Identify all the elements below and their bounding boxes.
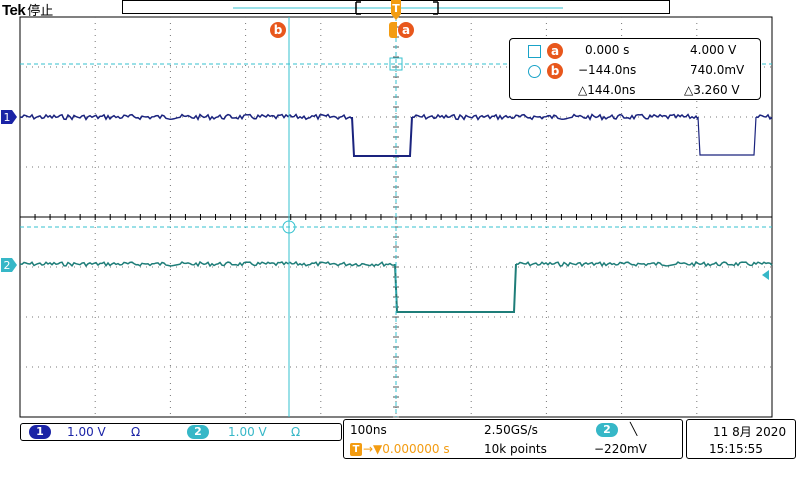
- ch1-trace-seg3: [755, 113, 773, 121]
- cursor-b-badge: b: [547, 63, 563, 79]
- ch2-coupling: Ω: [291, 425, 301, 439]
- trigger-slope-icon: ╲: [630, 422, 638, 436]
- cursor-delta-value: △3.260 V: [684, 83, 740, 97]
- cursor-a-badge: a: [547, 43, 563, 59]
- trigger-level[interactable]: −220mV: [594, 442, 647, 456]
- brand-status: Tek 停止: [2, 0, 53, 19]
- ch2-scale[interactable]: 1.00 V: [228, 425, 267, 439]
- channel-status-bar[interactable]: 1 1.00 V Ω 2 1.00 V Ω: [20, 423, 342, 441]
- cursor-a-square-icon: [528, 45, 541, 58]
- ch2-ground-marker[interactable]: 2: [0, 256, 20, 274]
- cursor-readout-panel[interactable]: a 0.000 s 4.000 V b −144.0ns 740.0mV △14…: [509, 38, 761, 100]
- timebase[interactable]: 100ns: [350, 423, 387, 437]
- date-time-panel: 11 8月 2020 15:15:55: [686, 419, 796, 459]
- ch1-trace-seg1: [19, 113, 353, 121]
- ch1-marker-label: 1: [4, 111, 11, 124]
- sample-rate: 2.50GS/s: [484, 423, 538, 437]
- ch1-scale[interactable]: 1.00 V: [67, 425, 106, 439]
- ch1-badge[interactable]: 1: [29, 425, 51, 439]
- ch1-trace-seg2: [411, 113, 699, 121]
- record-length: 10k points: [484, 442, 547, 456]
- run-state: 停止: [27, 4, 54, 19]
- trigger-marker-label: T: [392, 2, 400, 15]
- cursor-b-time: −144.0ns: [578, 63, 637, 77]
- brand-logo: Tek: [2, 2, 26, 19]
- cursor-b-value: 740.0mV: [690, 63, 745, 77]
- cursor-b-marker[interactable]: b: [270, 22, 286, 38]
- trigger-position-icon[interactable]: T: [388, 0, 404, 24]
- date: 11 8月 2020: [713, 425, 787, 439]
- ch2-marker-label: 2: [4, 259, 11, 272]
- ch2-badge[interactable]: 2: [187, 425, 209, 439]
- cursor-a-marker[interactable]: a: [398, 22, 414, 38]
- cursor-delta-time: △144.0ns: [578, 83, 636, 97]
- time: 15:15:55: [709, 442, 763, 456]
- trigger-source-badge[interactable]: 2: [596, 423, 618, 437]
- cursor-b-circle-icon: [528, 65, 541, 78]
- cursor-a-value: 4.000 V: [690, 43, 737, 57]
- cursor-a-time: 0.000 s: [585, 43, 630, 57]
- ch2-pulse-1: [394, 263, 517, 313]
- ch1-coupling: Ω: [131, 425, 141, 439]
- trigger-t-icon: T: [350, 443, 362, 456]
- ch1-pulse-1: [351, 116, 413, 157]
- trigger-level-icon[interactable]: [760, 269, 770, 281]
- ch1-pulse-2: [697, 116, 757, 156]
- trigger-marker-tab: [389, 22, 397, 38]
- ch1-ground-marker[interactable]: 1: [0, 108, 20, 126]
- ch2-trace-seg2: [515, 260, 773, 268]
- trigger-position[interactable]: →▼0.000000 s: [363, 442, 450, 456]
- ch2-trace-seg1: [19, 260, 395, 268]
- acquisition-status-bar[interactable]: 100ns 2.50GS/s 2 ╲ T →▼0.000000 s 10k po…: [343, 419, 683, 459]
